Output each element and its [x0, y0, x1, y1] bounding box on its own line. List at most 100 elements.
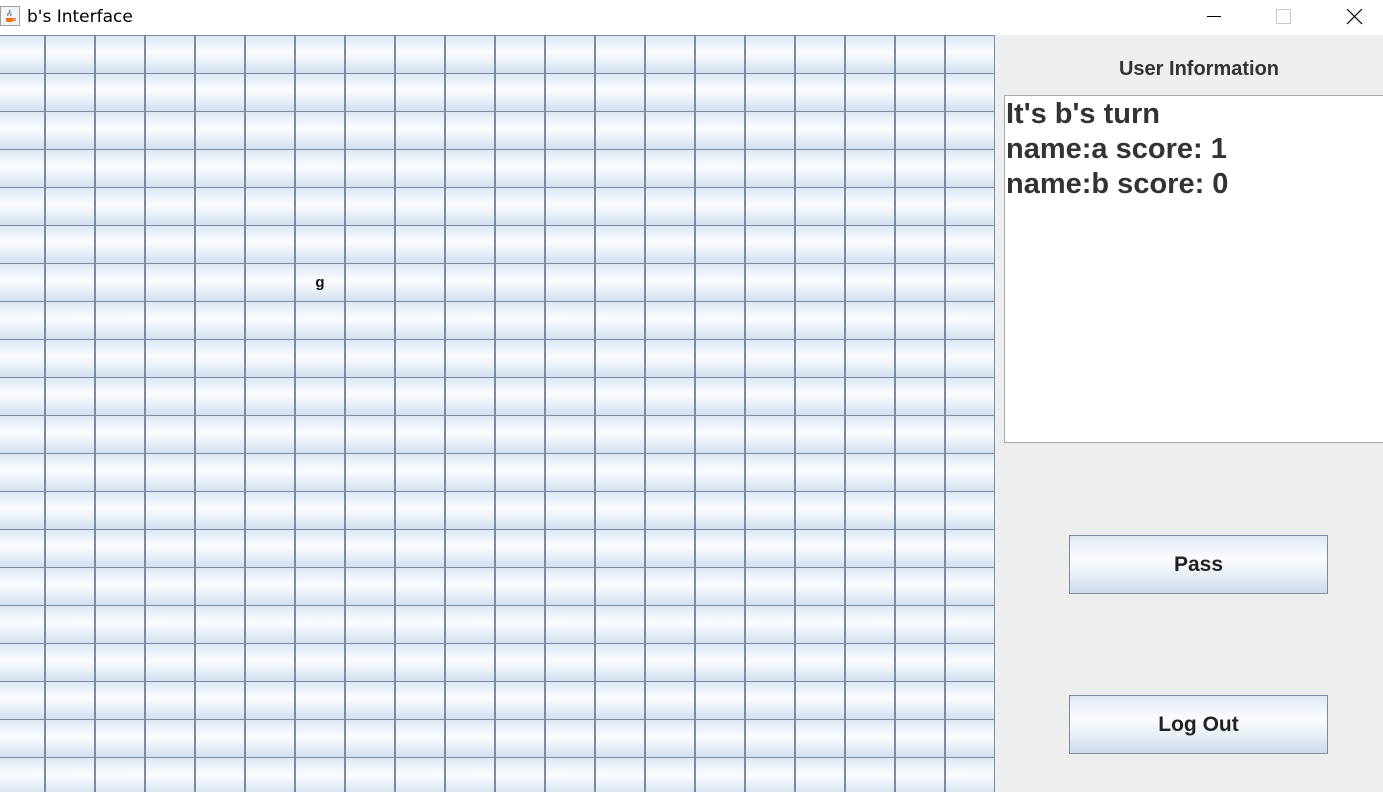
board-cell[interactable]	[95, 643, 145, 682]
board-cell[interactable]	[645, 453, 695, 492]
board-cell[interactable]	[595, 35, 645, 74]
board-cell[interactable]	[295, 757, 345, 792]
board-cell[interactable]	[145, 73, 195, 112]
board-cell[interactable]	[0, 453, 45, 492]
board-cell[interactable]	[895, 263, 945, 302]
board-cell[interactable]	[95, 149, 145, 188]
board-cell[interactable]	[195, 719, 245, 758]
board-cell[interactable]	[645, 415, 695, 454]
board-cell[interactable]	[745, 719, 795, 758]
board-cell[interactable]	[395, 453, 445, 492]
board-cell[interactable]	[645, 149, 695, 188]
board-cell[interactable]	[745, 453, 795, 492]
board-cell[interactable]	[795, 377, 845, 416]
board-cell[interactable]	[945, 681, 995, 720]
board-cell[interactable]	[845, 643, 895, 682]
board-cell[interactable]	[145, 187, 195, 226]
board-cell[interactable]	[345, 111, 395, 150]
board-cell[interactable]	[645, 757, 695, 792]
board-cell[interactable]	[945, 605, 995, 644]
board-cell[interactable]	[795, 225, 845, 264]
board-cell[interactable]	[245, 187, 295, 226]
board-cell[interactable]	[245, 111, 295, 150]
board-cell[interactable]	[895, 35, 945, 74]
board-cell[interactable]	[545, 339, 595, 378]
board-cell[interactable]	[895, 377, 945, 416]
board-cell[interactable]	[345, 681, 395, 720]
board-cell[interactable]	[95, 111, 145, 150]
board-cell[interactable]	[145, 567, 195, 606]
board-cell[interactable]	[0, 757, 45, 792]
board-cell[interactable]	[245, 453, 295, 492]
board-cell[interactable]	[245, 491, 295, 530]
board-cell[interactable]	[195, 453, 245, 492]
board-cell[interactable]	[145, 149, 195, 188]
board-cell[interactable]	[695, 187, 745, 226]
log-out-button[interactable]: Log Out	[1069, 695, 1328, 754]
board-cell[interactable]	[945, 301, 995, 340]
board-cell[interactable]	[895, 111, 945, 150]
board-cell[interactable]	[345, 339, 395, 378]
board-cell[interactable]	[545, 567, 595, 606]
board-cell[interactable]	[345, 605, 395, 644]
board-cell[interactable]	[845, 719, 895, 758]
board-cell[interactable]	[895, 149, 945, 188]
board-cell[interactable]	[245, 339, 295, 378]
board-cell[interactable]	[195, 605, 245, 644]
board-cell[interactable]	[895, 301, 945, 340]
board-cell[interactable]	[845, 187, 895, 226]
board-cell[interactable]	[595, 415, 645, 454]
board-cell[interactable]	[0, 377, 45, 416]
board-cell[interactable]	[45, 301, 95, 340]
board-cell[interactable]	[495, 681, 545, 720]
board-cell[interactable]	[295, 453, 345, 492]
board-cell[interactable]	[895, 187, 945, 226]
board-cell[interactable]	[0, 263, 45, 302]
board-cell[interactable]	[395, 415, 445, 454]
board-cell[interactable]	[445, 35, 495, 74]
board-cell[interactable]	[845, 111, 895, 150]
board-cell[interactable]	[395, 605, 445, 644]
board-cell[interactable]	[245, 415, 295, 454]
board-cell[interactable]	[845, 225, 895, 264]
board-cell[interactable]	[495, 73, 545, 112]
board-cell[interactable]	[795, 719, 845, 758]
board-cell[interactable]	[195, 491, 245, 530]
board-cell[interactable]	[45, 35, 95, 74]
board-cell[interactable]	[795, 643, 845, 682]
board-cell[interactable]	[645, 491, 695, 530]
board-cell[interactable]	[695, 301, 745, 340]
board-cell[interactable]	[45, 491, 95, 530]
board-cell[interactable]	[145, 263, 195, 302]
board-cell[interactable]	[395, 491, 445, 530]
board-cell[interactable]	[245, 529, 295, 568]
board-cell[interactable]	[495, 187, 545, 226]
user-info-text-area[interactable]: It's b's turn name:a score: 1 name:b sco…	[1004, 95, 1383, 443]
board-cell[interactable]	[295, 567, 345, 606]
board-cell[interactable]	[695, 111, 745, 150]
board-cell[interactable]	[495, 605, 545, 644]
board-cell[interactable]	[245, 757, 295, 792]
board-cell[interactable]	[45, 225, 95, 264]
board-cell[interactable]	[795, 263, 845, 302]
board-cell[interactable]	[0, 73, 45, 112]
board-cell[interactable]	[845, 301, 895, 340]
board-cell[interactable]	[395, 339, 445, 378]
board-cell[interactable]	[145, 681, 195, 720]
board-cell[interactable]	[495, 719, 545, 758]
board-cell[interactable]	[395, 73, 445, 112]
board-cell[interactable]	[45, 453, 95, 492]
board-cell[interactable]	[695, 453, 745, 492]
board-cell[interactable]	[695, 225, 745, 264]
board-cell[interactable]	[545, 719, 595, 758]
board-cell[interactable]	[445, 149, 495, 188]
board-cell[interactable]	[745, 567, 795, 606]
board-cell[interactable]	[395, 225, 445, 264]
board-cell[interactable]	[195, 415, 245, 454]
board-cell[interactable]	[445, 719, 495, 758]
board-cell[interactable]	[695, 339, 745, 378]
board-cell[interactable]	[795, 605, 845, 644]
board-cell[interactable]	[895, 491, 945, 530]
board-cell[interactable]	[495, 301, 545, 340]
board-cell[interactable]	[145, 415, 195, 454]
